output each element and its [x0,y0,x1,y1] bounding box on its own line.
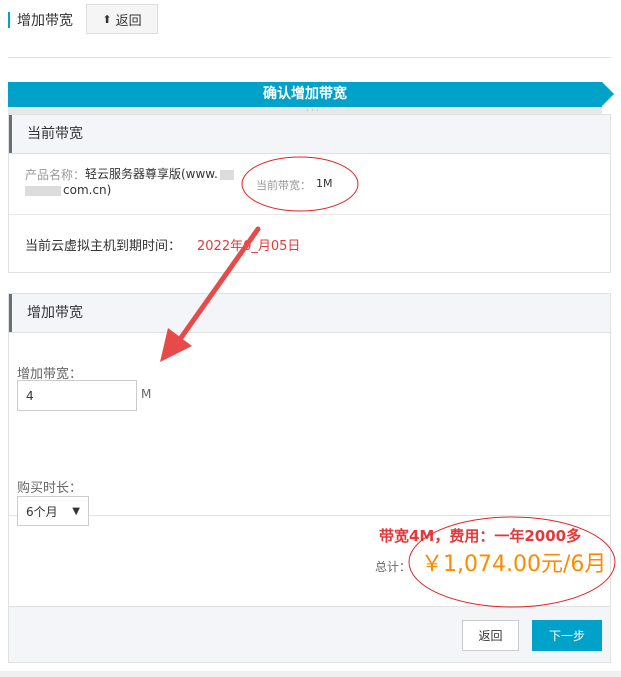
step-label: 确认增加带宽 [8,82,602,107]
current-bandwidth-heading: 当前带宽 [9,115,610,154]
step-arrow-tip [602,82,614,106]
redacted-text [25,185,61,196]
add-bandwidth-heading: 增加带宽 [9,294,610,333]
product-name-value: 轻云服务器尊享版(www. [85,166,245,182]
back-button-label: 返回 [115,13,142,29]
step-indicator: 确认增加带宽 · · · [8,82,614,115]
footer-back-button[interactable]: 返回 [462,620,519,651]
chevron-down-icon: ▼ [72,505,80,517]
next-step-button[interactable]: 下一步 [532,620,602,651]
expiry-label: 当前云虚拟主机到期时间： [25,239,182,254]
product-name-domain-suffix: com.cn) [63,183,112,197]
step-shadow [8,107,602,114]
step-dots: · · · [306,106,319,115]
bottom-edge [0,671,621,677]
total-label: 总计： [375,560,412,574]
bandwidth-unit: M [141,387,152,401]
top-bar: 增加带宽 ⬆ 返回 [0,0,621,58]
total-row: 总计： ￥1,074.00元/6月 [9,516,610,606]
product-row: 产品名称： 轻云服务器尊享版(www. com.cn) 当前带宽： 1M [9,154,610,215]
title-accent-bar [8,12,10,28]
page-title: 增加带宽 [17,13,73,29]
expiry-row: 当前云虚拟主机到期时间： 2022年0_月05日 [9,215,610,273]
product-name-label: 产品名称： [25,168,86,182]
redacted-text [219,169,234,180]
add-bandwidth-panel: 增加带宽 增加带宽： M 购买时长： 6个月 ▼ 带宽4M，费用：一年2000多… [8,293,611,607]
footer-bar [8,607,611,663]
bandwidth-input[interactable] [17,380,137,411]
product-name-line2: com.cn) [25,183,111,197]
current-bandwidth-panel: 当前带宽 产品名称： 轻云服务器尊享版(www. com.cn) 当前带宽： 1… [8,114,611,273]
up-arrow-icon: ⬆ [102,12,112,26]
add-bandwidth-form: 增加带宽： M 购买时长： 6个月 ▼ 带宽4M，费用：一年2000多 [9,333,610,545]
current-bandwidth-label: 当前带宽： [256,179,311,192]
expiry-value: 2022年0_月05日 [197,239,301,254]
current-bandwidth-value: 1M [316,177,333,190]
product-name-line1: 轻云服务器尊享版(www. [85,167,218,181]
header-divider [8,57,611,58]
back-button[interactable]: ⬆ 返回 [86,4,158,34]
duration-label: 购买时长： [17,481,83,496]
total-price-value: ￥1,074.00元/6月 [421,552,607,577]
